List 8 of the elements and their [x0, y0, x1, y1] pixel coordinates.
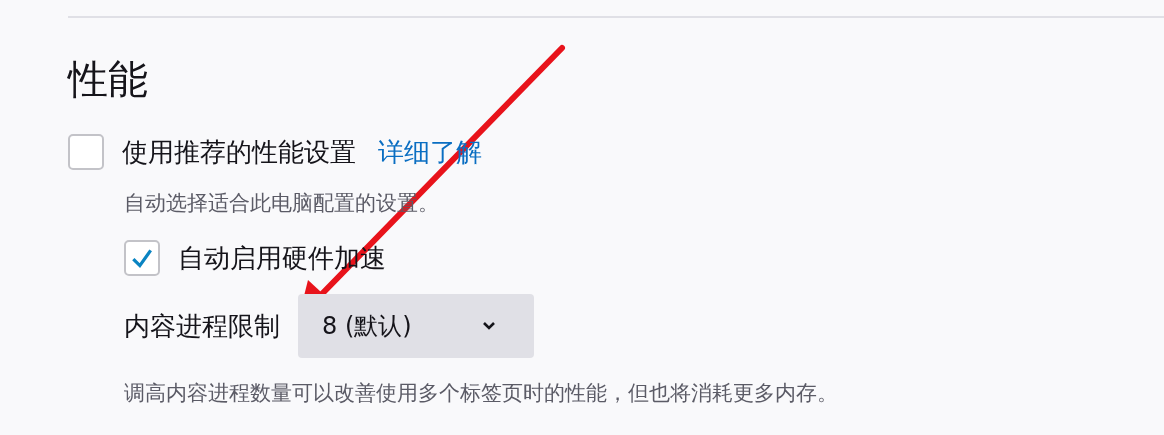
- description: 调高内容进程数量可以改善使用多个标签页时的性能，但也将消耗更多内存。: [124, 380, 839, 407]
- section-title: 性能: [68, 55, 149, 104]
- dropdown[interactable]: 8 (默认): [298, 294, 534, 358]
- chevron-icon: [482, 321, 496, 331]
- checkbox-label: 使用推荐的性能设置: [122, 136, 356, 169]
- checkbox[interactable]: [68, 134, 104, 170]
- checkbox[interactable]: [124, 240, 160, 276]
- dropdown-label: 内容进程限制: [124, 310, 280, 343]
